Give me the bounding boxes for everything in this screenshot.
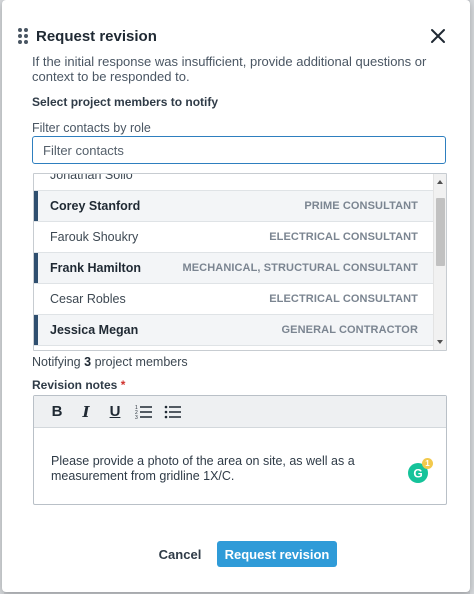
scroll-down-icon[interactable]	[437, 340, 443, 344]
modal-description: If the initial response was insufficient…	[32, 54, 427, 84]
member-name: Farouk Shoukry	[50, 230, 139, 244]
modal-title: Request revision	[36, 27, 157, 45]
member-name: Jessica Megan	[50, 323, 139, 337]
list-item[interactable]: Cesar Robles ELECTRICAL CONSULTANT	[34, 284, 434, 315]
members-section-label: Select project members to notify	[32, 95, 219, 109]
member-role: GENERAL CONTRACTOR	[281, 324, 418, 336]
member-name: Jonathan Sollo	[50, 173, 133, 182]
bold-button[interactable]: B	[44, 400, 70, 424]
cancel-button[interactable]: Cancel	[156, 541, 204, 567]
close-icon	[431, 29, 445, 43]
notify-count: 3	[84, 355, 92, 369]
list-item[interactable]: Frank Hamilton MECHANICAL, STRUCTURAL CO…	[34, 253, 434, 284]
scroll-thumb[interactable]	[436, 198, 445, 266]
member-name: Corey Stanford	[50, 199, 141, 213]
member-role: PRIME CONSULTANT	[304, 200, 418, 212]
list-scrollbar[interactable]	[433, 174, 446, 350]
notify-summary: Notifying 3 project members	[32, 355, 188, 369]
member-name: Frank Hamilton	[50, 261, 141, 275]
editor-content[interactable]: Please provide a photo of the area on si…	[51, 454, 381, 484]
svg-text:G: G	[413, 467, 422, 481]
revision-notes-editor[interactable]: B I U 1 2 3 Please provide a photo of th…	[33, 395, 447, 505]
scroll-up-icon[interactable]	[437, 180, 443, 184]
modal-header: Request revision	[18, 24, 454, 48]
drag-handle-icon[interactable]	[18, 28, 30, 44]
members-list[interactable]: Jonathan Sollo Corey Stanford PRIME CONS…	[33, 173, 447, 351]
request-revision-modal: Request revision If the initial response…	[2, 0, 470, 592]
ordered-list-button[interactable]: 1 2 3	[131, 400, 157, 424]
member-role: ELECTRICAL CONSULTANT	[269, 231, 418, 243]
editor-toolbar: B I U 1 2 3	[34, 396, 446, 428]
request-revision-button[interactable]: Request revision	[217, 541, 337, 567]
filter-contacts-input[interactable]	[32, 136, 446, 164]
grammarly-badge: 1	[422, 458, 433, 469]
bullet-list-icon	[164, 405, 181, 418]
member-role: ELECTRICAL CONSULTANT	[269, 293, 418, 305]
member-name: Cesar Robles	[50, 292, 126, 306]
revision-notes-label: Revision notes *	[32, 378, 125, 392]
close-button[interactable]	[428, 26, 448, 46]
backdrop-right	[470, 0, 474, 594]
grammarly-button[interactable]: G 1	[407, 458, 433, 484]
italic-button[interactable]: I	[73, 400, 99, 424]
member-role: MECHANICAL, STRUCTURAL CONSULTANT	[182, 262, 418, 274]
svg-text:3: 3	[135, 415, 138, 420]
notes-label-text: Revision notes	[32, 378, 118, 392]
required-marker: *	[120, 378, 126, 392]
list-item[interactable]: Jonathan Sollo	[34, 173, 434, 191]
list-item[interactable]: Corey Stanford PRIME CONSULTANT	[34, 191, 434, 222]
bullet-list-button[interactable]	[160, 400, 186, 424]
ordered-list-icon: 1 2 3	[135, 405, 152, 420]
notify-prefix: Notifying	[32, 355, 81, 369]
list-item[interactable]: Jessica Megan GENERAL CONTRACTOR	[34, 315, 434, 346]
list-item[interactable]: Farouk Shoukry ELECTRICAL CONSULTANT	[34, 222, 434, 253]
notify-suffix: project members	[94, 355, 188, 369]
filter-label: Filter contacts by role	[32, 121, 151, 135]
underline-button[interactable]: U	[102, 400, 128, 424]
